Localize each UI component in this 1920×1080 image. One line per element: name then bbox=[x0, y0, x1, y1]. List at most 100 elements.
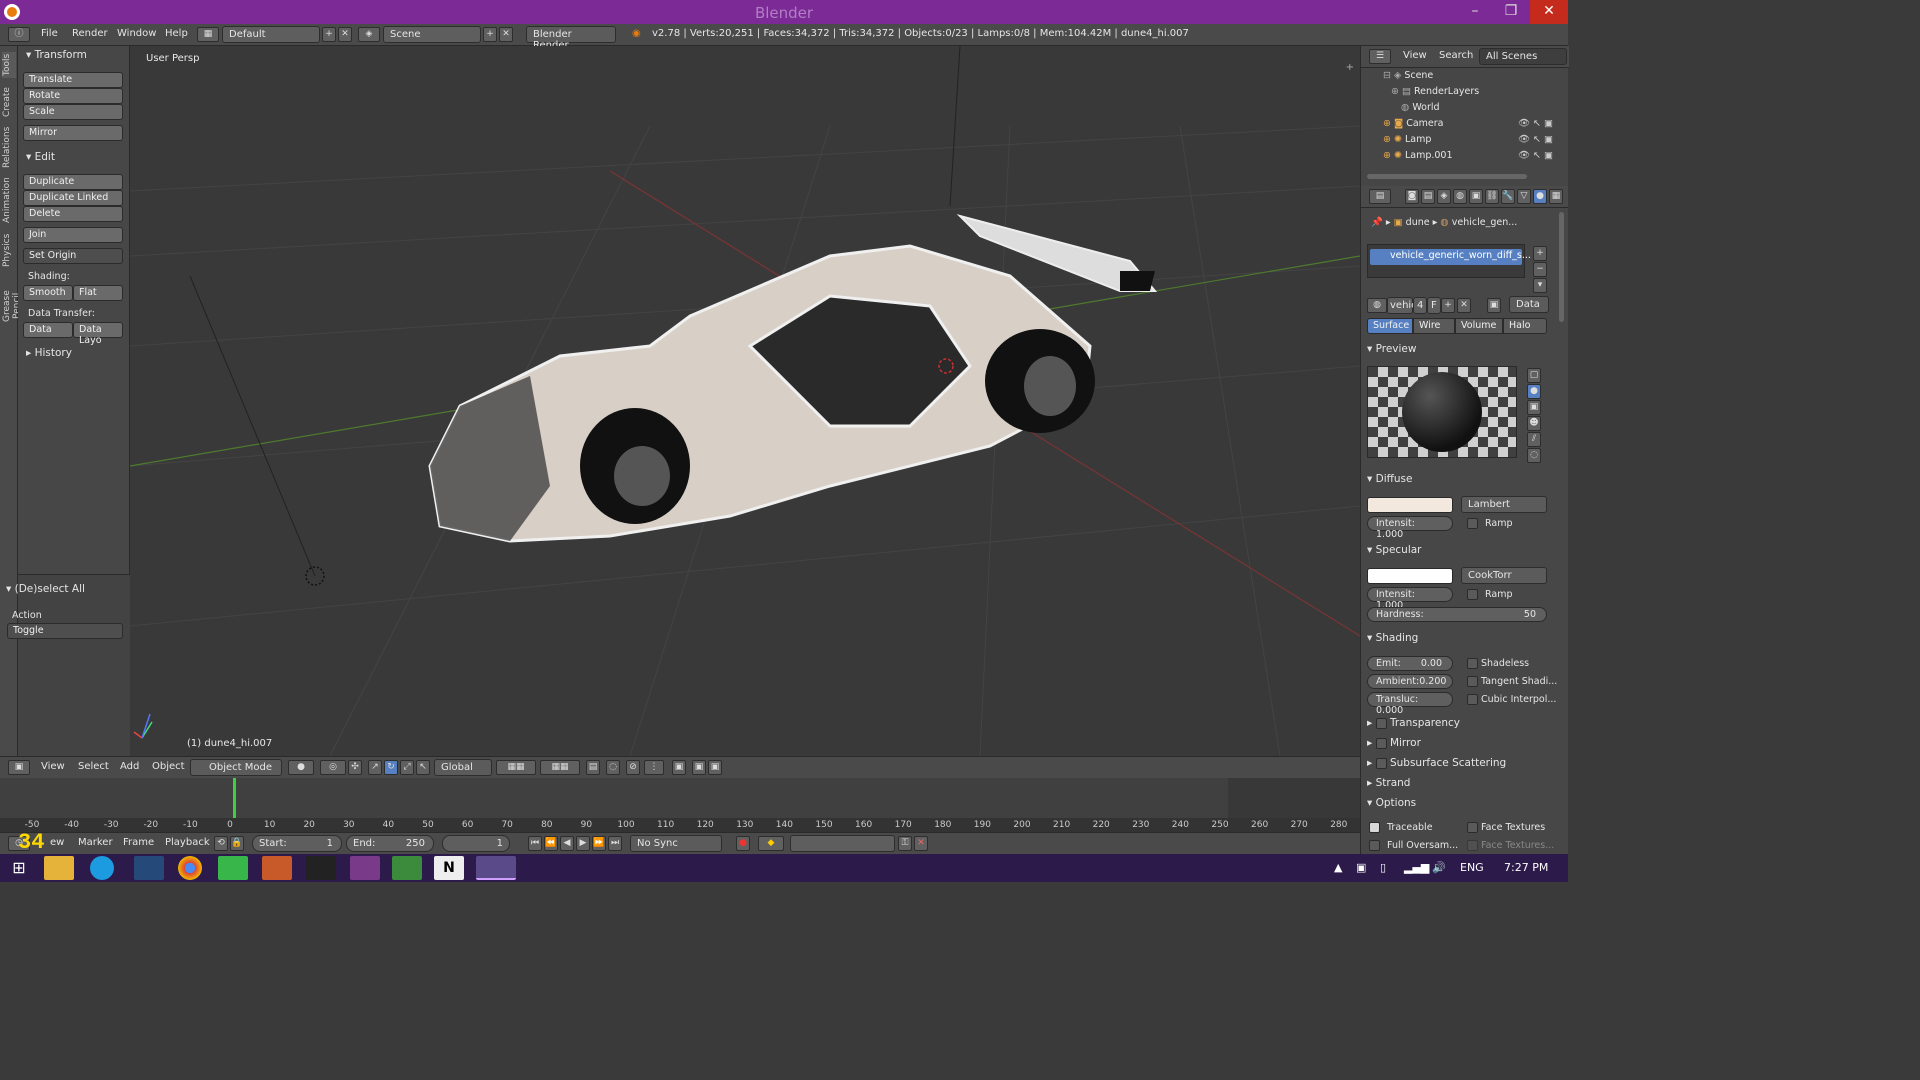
menu-help[interactable]: Help bbox=[165, 28, 188, 39]
tab-surface[interactable]: Surface bbox=[1367, 318, 1413, 334]
tab-relations[interactable]: Relations bbox=[2, 126, 16, 168]
editor-type-properties-icon[interactable]: ▤ bbox=[1369, 189, 1391, 204]
traceable-checkbox[interactable] bbox=[1369, 822, 1380, 833]
scene-field[interactable]: Scene bbox=[383, 26, 481, 43]
transparency-section-header[interactable]: ▸ Transparency bbox=[1367, 717, 1460, 729]
menu-marker[interactable]: Marker bbox=[78, 837, 113, 848]
preview-section-header[interactable]: ▾ Preview bbox=[1367, 343, 1416, 355]
autokey-icon[interactable]: ⟲ bbox=[214, 836, 228, 851]
tangent-shading-checkbox[interactable] bbox=[1467, 676, 1478, 687]
maximize-button[interactable]: ❐ bbox=[1494, 0, 1528, 24]
scale-button[interactable]: Scale bbox=[23, 104, 123, 120]
specular-ramp-checkbox[interactable] bbox=[1467, 589, 1478, 600]
orientation-dropdown[interactable]: Global bbox=[434, 759, 492, 776]
unlink-material-icon[interactable]: ✕ bbox=[1457, 298, 1471, 313]
operator-panel-header[interactable]: ▾ (De)select All bbox=[6, 583, 85, 595]
app-green-icon[interactable] bbox=[218, 856, 248, 880]
volume-icon[interactable]: 🔊 bbox=[1432, 861, 1446, 874]
visibility-eye-icon[interactable]: 👁 ↖ ▣ bbox=[1518, 134, 1553, 145]
tab-grease-pencil[interactable]: Grease Pencil bbox=[2, 276, 22, 336]
material-tab-icon[interactable]: ● bbox=[1533, 189, 1547, 204]
viewport-expand-icon[interactable]: + bbox=[1346, 62, 1354, 73]
rotate-manipulator-icon[interactable]: ↻ bbox=[384, 760, 398, 775]
properties-scrollbar[interactable] bbox=[1559, 212, 1564, 322]
chrome-icon[interactable] bbox=[178, 856, 202, 880]
render-tab-icon[interactable]: ◙ bbox=[1405, 189, 1419, 204]
tray-app-icon[interactable]: ▣ bbox=[1356, 861, 1366, 874]
mirror-checkbox[interactable] bbox=[1375, 737, 1387, 749]
hardness-field[interactable]: Hardness: 50 bbox=[1367, 607, 1547, 622]
manipulator-toggle-icon[interactable]: ✣ bbox=[348, 760, 362, 775]
menu-timeline-view[interactable]: ew bbox=[50, 837, 64, 848]
tab-wire[interactable]: Wire bbox=[1413, 318, 1455, 334]
smooth-button[interactable]: Smooth bbox=[23, 285, 73, 301]
preview-monkey-icon[interactable]: ☻ bbox=[1527, 416, 1541, 431]
face-textures-alpha-checkbox[interactable] bbox=[1467, 840, 1478, 851]
opengl-anim-icon[interactable]: ▣ bbox=[708, 760, 722, 775]
preview-cube-icon[interactable]: ▣ bbox=[1527, 400, 1541, 415]
diffuse-intensity-field[interactable]: Intensit: 1.000 bbox=[1367, 516, 1453, 540]
pivot-icon[interactable]: ◎ bbox=[320, 760, 346, 775]
start-icon[interactable]: ⊞ bbox=[4, 856, 34, 880]
translate-button[interactable]: Translate bbox=[23, 72, 123, 88]
sync-dropdown[interactable]: No Sync bbox=[630, 835, 722, 852]
prev-keyframe-icon[interactable]: ⏪ bbox=[544, 836, 558, 851]
tab-tools[interactable]: Tools bbox=[2, 52, 16, 78]
insert-keyframe-icon[interactable]: ⚿ bbox=[898, 836, 912, 851]
jump-start-icon[interactable]: ⏮ bbox=[528, 836, 542, 851]
render-preview-icon[interactable]: ▣ bbox=[672, 760, 686, 775]
scene-icon[interactable]: ◈ bbox=[358, 27, 380, 42]
layers-tab-icon[interactable]: ▤ bbox=[1421, 189, 1435, 204]
next-keyframe-icon[interactable]: ⏩ bbox=[592, 836, 606, 851]
menu-window[interactable]: Window bbox=[117, 28, 156, 39]
tab-volume[interactable]: Volume bbox=[1455, 318, 1503, 334]
specular-section-header[interactable]: ▾ Specular bbox=[1367, 544, 1422, 556]
material-link-dropdown[interactable]: Data bbox=[1509, 296, 1549, 313]
add-slot-icon[interactable]: + bbox=[1533, 246, 1547, 261]
remove-layout-icon[interactable]: ✕ bbox=[338, 27, 352, 42]
ambient-field[interactable]: Ambient:0.200 bbox=[1367, 674, 1453, 689]
face-textures-checkbox[interactable] bbox=[1467, 822, 1478, 833]
mode-dropdown[interactable]: Object Mode bbox=[190, 759, 282, 776]
specular-color-swatch[interactable] bbox=[1367, 568, 1453, 584]
file-explorer-icon[interactable] bbox=[44, 856, 74, 880]
outliner-hscrollbar[interactable] bbox=[1367, 174, 1527, 179]
material-browse-icon[interactable]: ◍ bbox=[1367, 298, 1387, 313]
network-icon[interactable]: ▂▄▆ bbox=[1404, 861, 1429, 874]
mirror-section-header[interactable]: ▸ Mirror bbox=[1367, 737, 1421, 749]
data-button[interactable]: Data bbox=[23, 322, 73, 338]
lock-layers-icon[interactable]: ▤ bbox=[586, 760, 600, 775]
pin-icon[interactable]: 📌 bbox=[1371, 217, 1383, 228]
editor-type-3d-icon[interactable]: ▣ bbox=[8, 760, 30, 775]
outliner-menu-view[interactable]: View bbox=[1403, 50, 1427, 61]
steam-icon[interactable] bbox=[134, 856, 164, 880]
layout-field[interactable]: Default bbox=[222, 26, 320, 43]
material-slot-list[interactable]: vehicle_generic_worn_diff_s... bbox=[1367, 244, 1531, 278]
tab-physics[interactable]: Physics bbox=[2, 232, 16, 268]
strand-section-header[interactable]: ▸ Strand bbox=[1367, 777, 1410, 789]
new-material-icon[interactable]: + bbox=[1441, 298, 1455, 313]
current-frame-field[interactable]: 1 bbox=[442, 835, 510, 852]
keying-set-icon[interactable]: ◆ bbox=[758, 836, 784, 851]
transform-panel-header[interactable]: ▾ Transform bbox=[26, 49, 87, 61]
slot-menu-icon[interactable]: ▾ bbox=[1533, 278, 1547, 293]
app-purple-icon[interactable] bbox=[350, 856, 380, 880]
texture-tab-icon[interactable]: ▦ bbox=[1549, 189, 1563, 204]
close-button[interactable]: ✕ bbox=[1530, 0, 1568, 24]
specular-shader-dropdown[interactable]: CookTorr bbox=[1461, 567, 1547, 584]
snap-toggle-icon[interactable]: ⊘ bbox=[626, 760, 640, 775]
edit-panel-header[interactable]: ▾ Edit bbox=[26, 151, 55, 163]
notepad-icon[interactable] bbox=[392, 856, 422, 880]
scale-manipulator-icon[interactable]: ⤢ bbox=[400, 760, 414, 775]
media-player-icon[interactable] bbox=[262, 856, 292, 880]
world-tab-icon[interactable]: ◍ bbox=[1453, 189, 1467, 204]
translate-manipulator-icon[interactable]: ↗ bbox=[368, 760, 382, 775]
tab-animation[interactable]: Animation bbox=[2, 176, 16, 224]
shading-section-header[interactable]: ▾ Shading bbox=[1367, 632, 1418, 644]
material-users-count[interactable]: 4 bbox=[1413, 297, 1427, 314]
preview-hair-icon[interactable]: ⫽ bbox=[1527, 432, 1541, 447]
emit-field[interactable]: Emit: 0.00 bbox=[1367, 656, 1453, 671]
diffuse-ramp-checkbox[interactable] bbox=[1467, 518, 1478, 529]
proportional-edit-icon[interactable]: ◌ bbox=[606, 760, 620, 775]
preview-sky-icon[interactable]: ◌ bbox=[1527, 448, 1541, 463]
